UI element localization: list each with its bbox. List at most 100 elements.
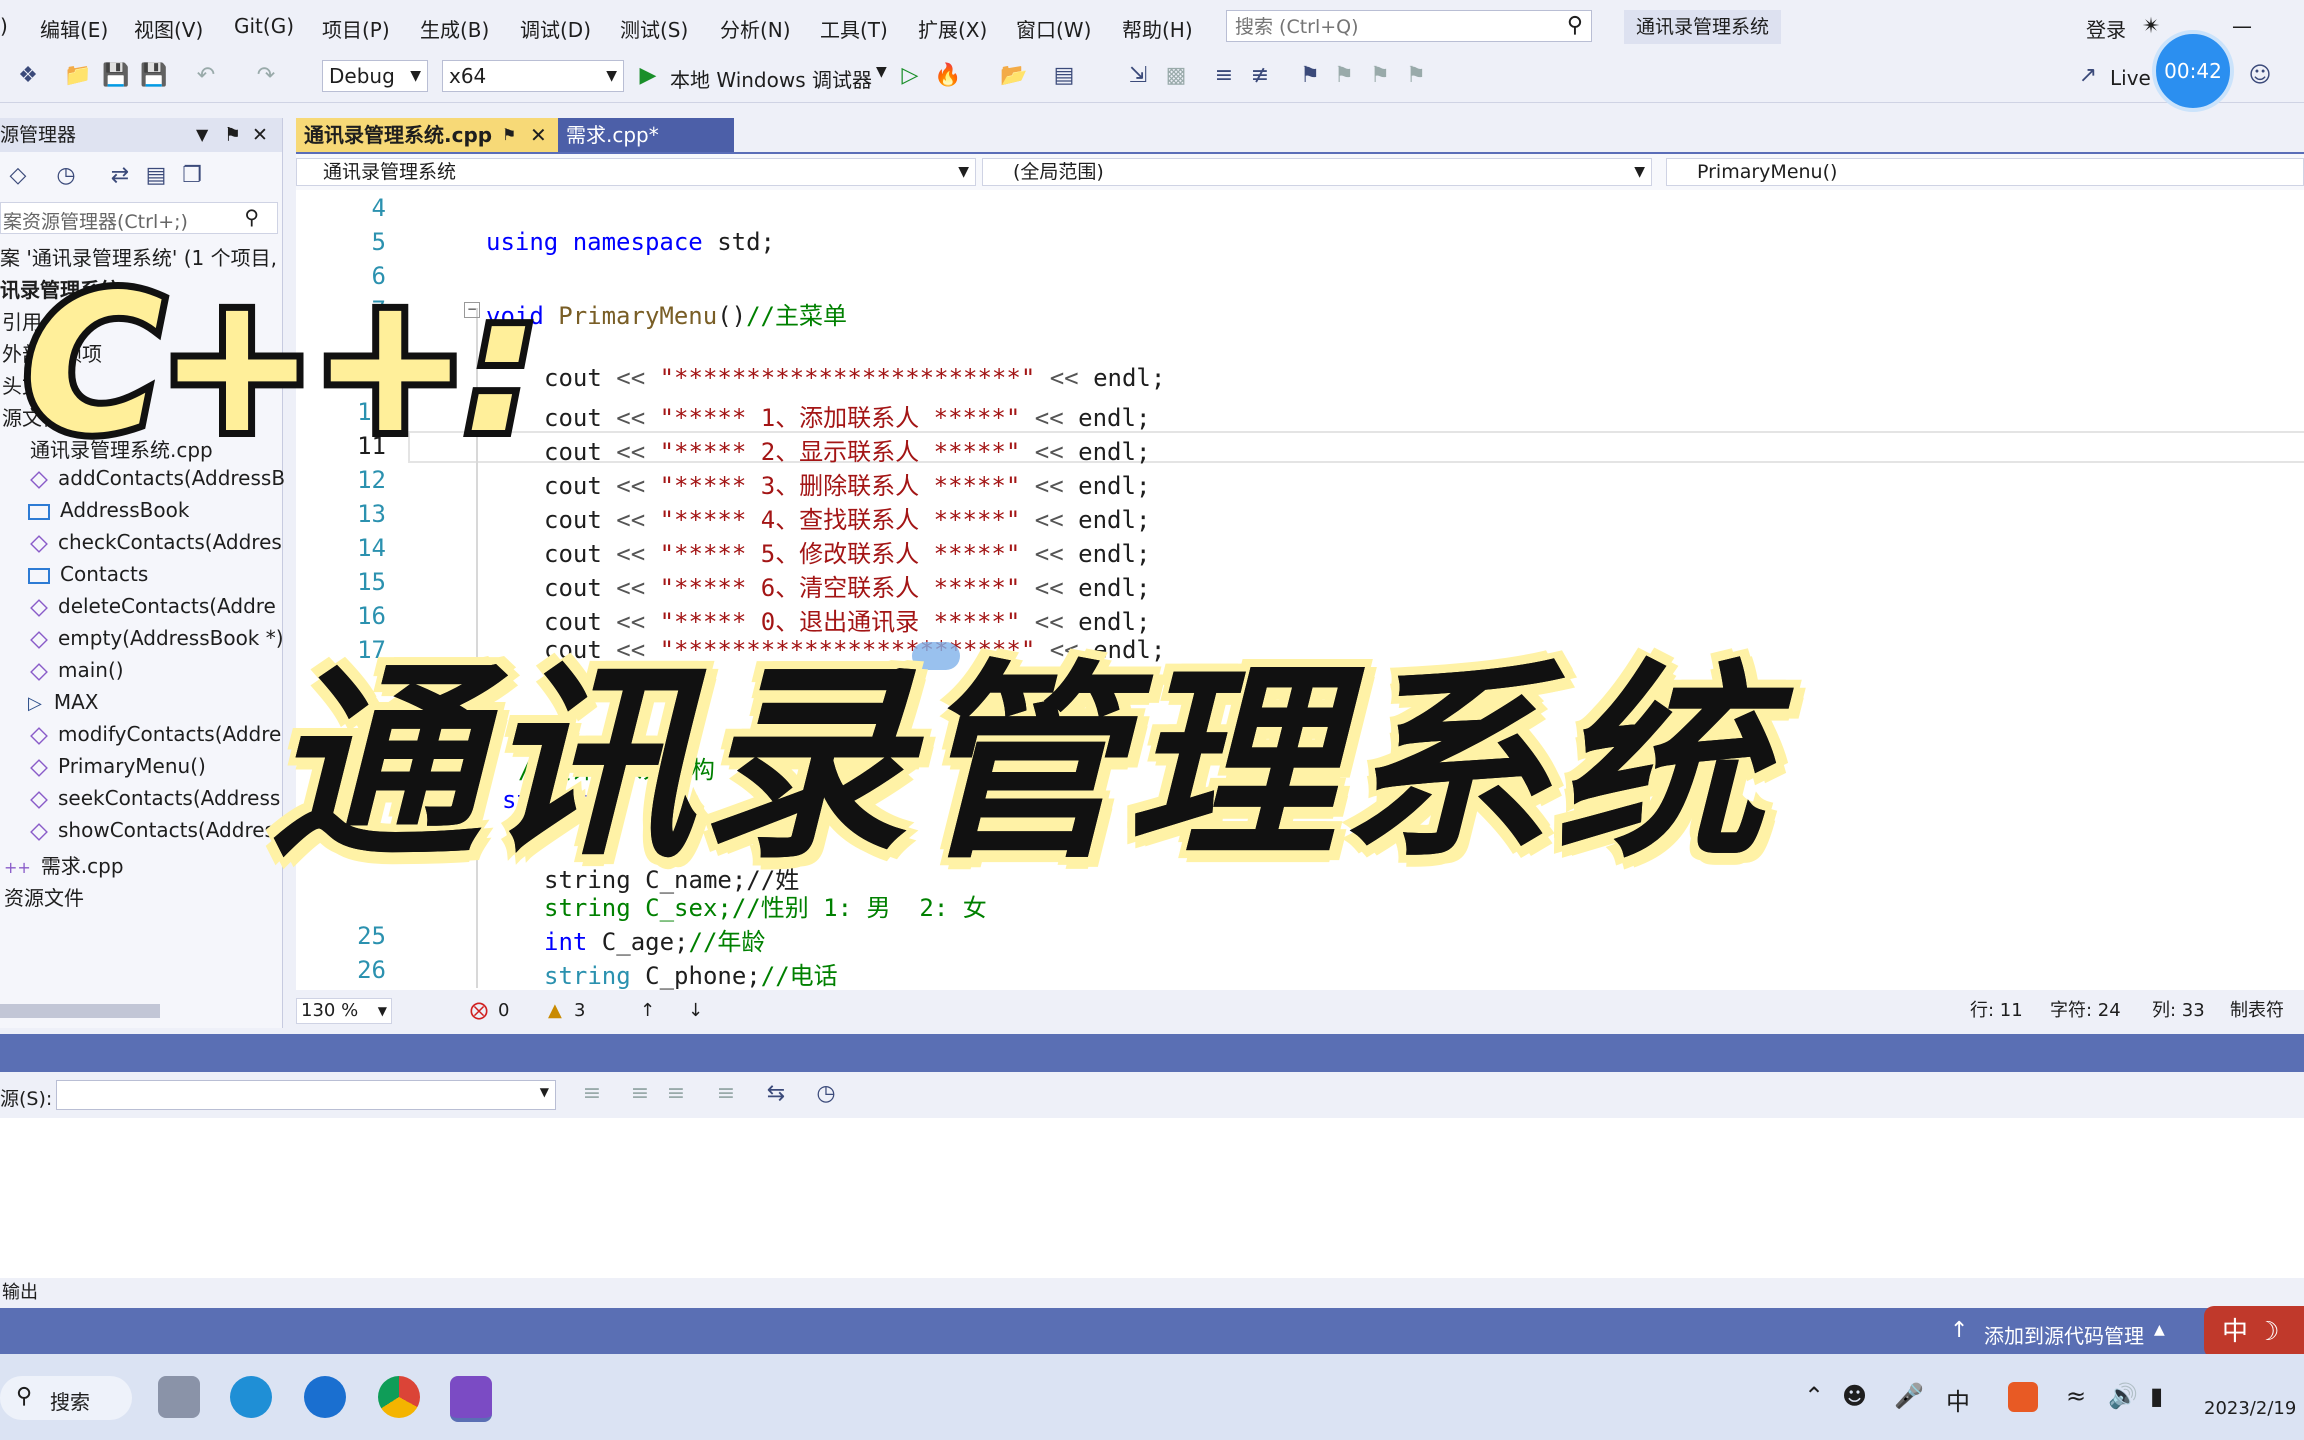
close-icon[interactable]: ✕ (252, 118, 268, 152)
tab-main-cpp[interactable]: 通讯录管理系统.cpp ⚑ ✕ (296, 118, 568, 152)
tree-member-seekcontacts[interactable]: seekContacts(Address (0, 786, 280, 810)
tree-member-checkcontacts[interactable]: checkContacts(Addres (0, 530, 282, 554)
browse-icon[interactable]: 📂 (1000, 62, 1028, 90)
clear-all-icon[interactable]: ≡ (712, 1080, 740, 1108)
microphone-icon[interactable]: 🎤 (1894, 1382, 1924, 1410)
step-icon[interactable]: ⇲ (1124, 62, 1152, 90)
chrome-icon[interactable] (378, 1376, 420, 1418)
word-wrap-icon[interactable]: ⇆ (762, 1080, 790, 1108)
output-tab[interactable]: 输出 (0, 1278, 42, 1308)
output-source-select[interactable]: ▼ (56, 1080, 556, 1110)
login-link[interactable]: 登录 (2086, 14, 2126, 43)
bookmark-icon[interactable]: ⚑ (1296, 62, 1324, 90)
battery-icon[interactable]: ▮ (2150, 1382, 2163, 1410)
run-icon[interactable]: ▶ (634, 62, 662, 90)
find-icon[interactable]: ≡ (578, 1080, 606, 1108)
next-bookmark-icon[interactable]: ⚑ (1366, 62, 1394, 90)
search-input[interactable] (1233, 13, 1557, 41)
menu-debug[interactable]: 调试(D) (520, 14, 591, 43)
chat-icon[interactable] (304, 1376, 346, 1418)
run-without-debug-icon[interactable]: ▷ (896, 62, 924, 90)
tree-member-main[interactable]: main() (0, 658, 124, 682)
error-icon[interactable]: ⨂ (470, 996, 488, 1026)
tree-member-addressbook[interactable]: AddressBook (0, 498, 189, 522)
wifi-icon[interactable]: ≈ (2066, 1382, 2086, 1410)
menu-build[interactable]: 生成(B) (420, 14, 489, 43)
copy-icon[interactable]: ❐ (178, 162, 206, 190)
tray-s-icon[interactable] (2008, 1382, 2038, 1412)
platform-select[interactable]: x64▼ (442, 60, 624, 92)
hot-reload-icon[interactable]: 🔥 (934, 62, 962, 90)
output-text-area[interactable] (0, 1118, 2304, 1278)
menu-git[interactable]: Git(G) (234, 14, 294, 38)
prev-bookmark-icon[interactable]: ⚑ (1330, 62, 1358, 90)
ime-indicator[interactable]: 中 ☽ (2204, 1306, 2304, 1358)
feedback-icon[interactable]: ☺ (2246, 62, 2274, 90)
run-debugger-button[interactable]: 本地 Windows 调试器 (670, 64, 872, 93)
menu-help[interactable]: 帮助(H) (1122, 14, 1193, 43)
chevron-up-icon[interactable]: ▲ (2154, 1322, 2165, 1338)
chevron-down-icon[interactable]: ▼ (876, 64, 887, 80)
project-selector[interactable]: 通讯录管理系统▼ (296, 158, 976, 186)
pin-icon[interactable]: ✴ (2142, 14, 2160, 39)
task-view-icon[interactable] (158, 1376, 200, 1418)
save-all-icon[interactable]: 💾 (140, 62, 168, 90)
refresh-icon[interactable]: ⇄ (106, 162, 134, 190)
minimize-icon[interactable]: — (2232, 14, 2252, 38)
share-icon[interactable]: ↗ (2074, 62, 2102, 90)
prev-message-icon[interactable]: ≡ (626, 1080, 654, 1108)
clock-icon[interactable]: ◷ (812, 1080, 840, 1108)
tree-member-primarymenu[interactable]: PrimaryMenu() (0, 754, 206, 778)
edge-icon[interactable] (230, 1376, 272, 1418)
pin-icon[interactable]: ⚑ (502, 118, 516, 152)
menu-tools[interactable]: 工具(T) (820, 14, 888, 43)
tree-member-modifycontacts[interactable]: modifyContacts(Addre (0, 722, 281, 746)
tree-member-empty[interactable]: empty(AddressBook *) (0, 626, 284, 650)
pin-icon[interactable]: ⚑ (224, 118, 241, 152)
zoom-select[interactable]: 130 %▼ (296, 998, 392, 1024)
menu-project[interactable]: 项目(P) (322, 14, 390, 43)
tree-member-showcontacts[interactable]: showContacts(Address (0, 818, 285, 842)
search-box[interactable]: ⚲ (1226, 10, 1592, 42)
open-folder-icon[interactable]: 📁 (64, 62, 92, 90)
undo-icon[interactable]: ↶ (192, 62, 220, 90)
member-selector[interactable]: PrimaryMenu() (1666, 158, 2304, 186)
menu-file[interactable]: ) (0, 14, 8, 38)
scope-selector[interactable]: (全局范围)▼ (982, 158, 1652, 186)
add-to-source-control[interactable]: 添加到源代码管理 (1984, 1320, 2144, 1349)
warning-icon[interactable]: ▲ (548, 996, 562, 1026)
next-message-icon[interactable]: ≡ (662, 1080, 690, 1108)
close-icon[interactable]: ✕ (530, 118, 547, 152)
tree-member-contacts[interactable]: Contacts (0, 562, 148, 586)
tree-file-requirements[interactable]: ++需求.cpp (4, 850, 124, 879)
tab-requirements-cpp[interactable]: 需求.cpp* (558, 118, 734, 152)
arrow-up-icon[interactable]: ↑ (640, 996, 655, 1026)
menu-view[interactable]: 视图(V) (134, 14, 203, 43)
visual-studio-icon[interactable] (450, 1376, 492, 1422)
uncomment-icon[interactable]: ≢ (1246, 62, 1274, 90)
redo-icon[interactable]: ↷ (252, 62, 280, 90)
save-icon[interactable]: 💾 (102, 62, 130, 90)
solution-search-box[interactable]: 案资源管理器(Ctrl+;) ⚲ (0, 202, 278, 234)
tray-app-icon[interactable]: ☻ (1842, 1382, 1867, 1410)
new-project-icon[interactable]: ❖ (14, 62, 42, 90)
taskbar-search[interactable]: ⚲ 搜索 (0, 1376, 132, 1420)
live-share-button[interactable]: Live (2110, 66, 2151, 90)
menu-window[interactable]: 窗口(W) (1016, 14, 1091, 43)
collapse-icon[interactable]: ▤ (142, 162, 170, 190)
volume-icon[interactable]: 🔊 (2108, 1382, 2138, 1410)
dropdown-icon[interactable]: ▼ (196, 118, 208, 152)
horizontal-scrollbar[interactable] (0, 1004, 160, 1018)
tree-resource-files[interactable]: 资源文件 (4, 882, 84, 911)
layout-icon[interactable]: ▤ (1050, 62, 1078, 90)
history-icon[interactable]: ◷ (52, 162, 80, 190)
configuration-select[interactable]: Debug▼ (322, 60, 428, 92)
menu-analyze[interactable]: 分析(N) (720, 14, 791, 43)
menu-edit[interactable]: 编辑(E) (40, 14, 108, 43)
tree-member-max[interactable]: ▷MAX (0, 690, 98, 714)
clear-bookmark-icon[interactable]: ⚑ (1402, 62, 1430, 90)
sync-icon[interactable]: ◇ (4, 162, 32, 190)
tree-member-deletecontacts[interactable]: deleteContacts(Addre (0, 594, 276, 618)
menu-test[interactable]: 测试(S) (620, 14, 688, 43)
chevron-up-icon[interactable]: ⌃ (1804, 1382, 1824, 1410)
